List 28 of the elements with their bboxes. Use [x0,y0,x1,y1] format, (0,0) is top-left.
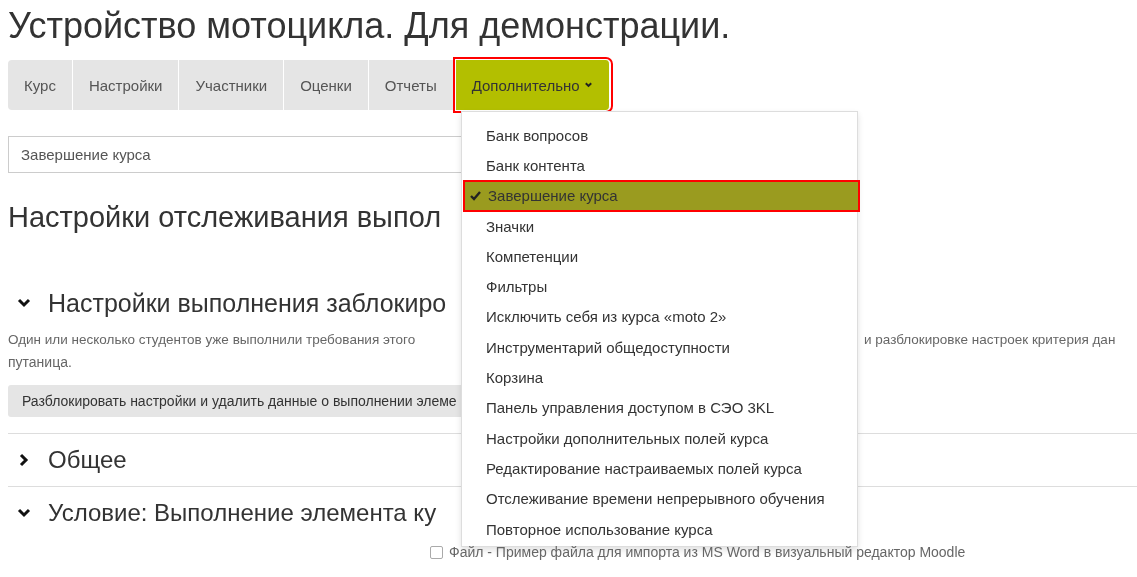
nav-tab[interactable]: Курс [8,60,73,110]
menu-item[interactable]: Инструментарий общедоступности [462,332,857,363]
nav-tab[interactable]: Дополнительно [455,60,610,110]
section-title: Общее [48,446,127,474]
menu-item[interactable]: Фильтры [462,271,857,302]
menu-item[interactable]: Значки [462,210,857,242]
menu-item[interactable]: Компетенции [462,241,857,272]
description-text: и разблокировке настроек критерия дан [864,331,1116,349]
menu-item[interactable]: Завершение курса [464,180,859,211]
menu-item[interactable]: Повторное использование курса [462,513,857,545]
menu-item[interactable]: Отслеживание времени непрерывного обучения [462,483,857,514]
menu-item[interactable]: Исключить себя из курса «moto 2» [462,301,857,333]
check-icon [470,190,481,201]
section-title: Настройки выполнения заблокиро [48,288,447,319]
page-title: Устройство мотоцикла. Для демонстрации. [8,4,732,48]
activity-label: Файл - Пример файла для импорта из MS Word в визуальный редактор Moodle [449,544,966,560]
description-text: Один или несколько студентов уже выполнили требования этого [8,331,416,349]
nav-tab[interactable]: Настройки [72,60,180,110]
section-heading: Настройки отслеживания выпол [8,200,442,235]
checkbox[interactable] [430,545,443,559]
nav-tab[interactable]: Отчеты [368,60,454,110]
section-title: Условие: Выполнение элемента ку [48,499,437,527]
caret-icon [583,81,593,89]
menu-item[interactable]: Настройки дополнительных полей курса [462,422,857,454]
menu-item[interactable]: Редактирование настраиваемых полей курса [462,453,857,484]
nav-tab[interactable]: Оценки [284,60,369,110]
description-text: путаница. [8,353,73,372]
nav-tab[interactable]: Участники [179,60,285,110]
